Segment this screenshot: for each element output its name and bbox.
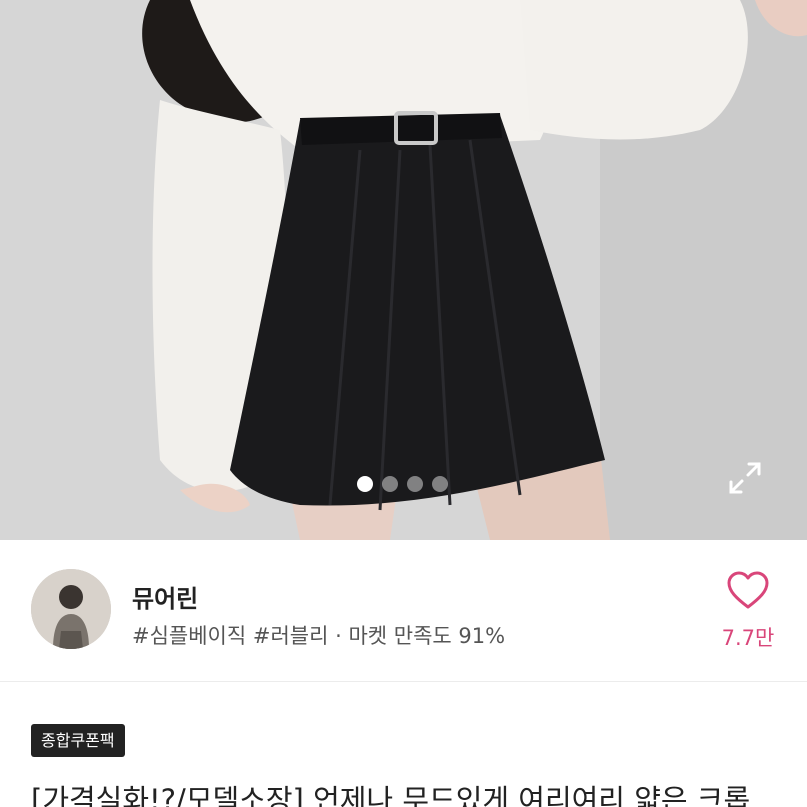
product-page: 뮤어린 #심플베이직 #러블리 · 마켓 만족도 91% 7.7만 종합쿠폰팩 … (0, 0, 807, 807)
carousel-pager (357, 476, 448, 492)
like-count: 7.7만 (721, 626, 775, 650)
expand-icon[interactable] (727, 460, 763, 496)
seller-avatar[interactable] (31, 569, 111, 649)
product-title: [가격실화!?/모델소장] 언제나 무드있게 여리여리 얇은 크롭 (31, 783, 751, 807)
product-image-carousel[interactable] (0, 0, 807, 540)
coupon-badge: 종합쿠폰팩 (31, 724, 125, 757)
pager-dot[interactable] (382, 476, 398, 492)
like-button[interactable]: 7.7만 (716, 570, 780, 652)
pager-dot[interactable] (357, 476, 373, 492)
heart-outline-icon (727, 571, 769, 609)
seller-name[interactable]: 뮤어린 (132, 579, 198, 614)
pager-dot[interactable] (407, 476, 423, 492)
pager-dot[interactable] (432, 476, 448, 492)
product-photo (0, 0, 807, 540)
seller-row[interactable]: 뮤어린 #심플베이직 #러블리 · 마켓 만족도 91% 7.7만 (0, 540, 807, 682)
seller-tags: #심플베이직 #러블리 · 마켓 만족도 91% (132, 624, 506, 648)
